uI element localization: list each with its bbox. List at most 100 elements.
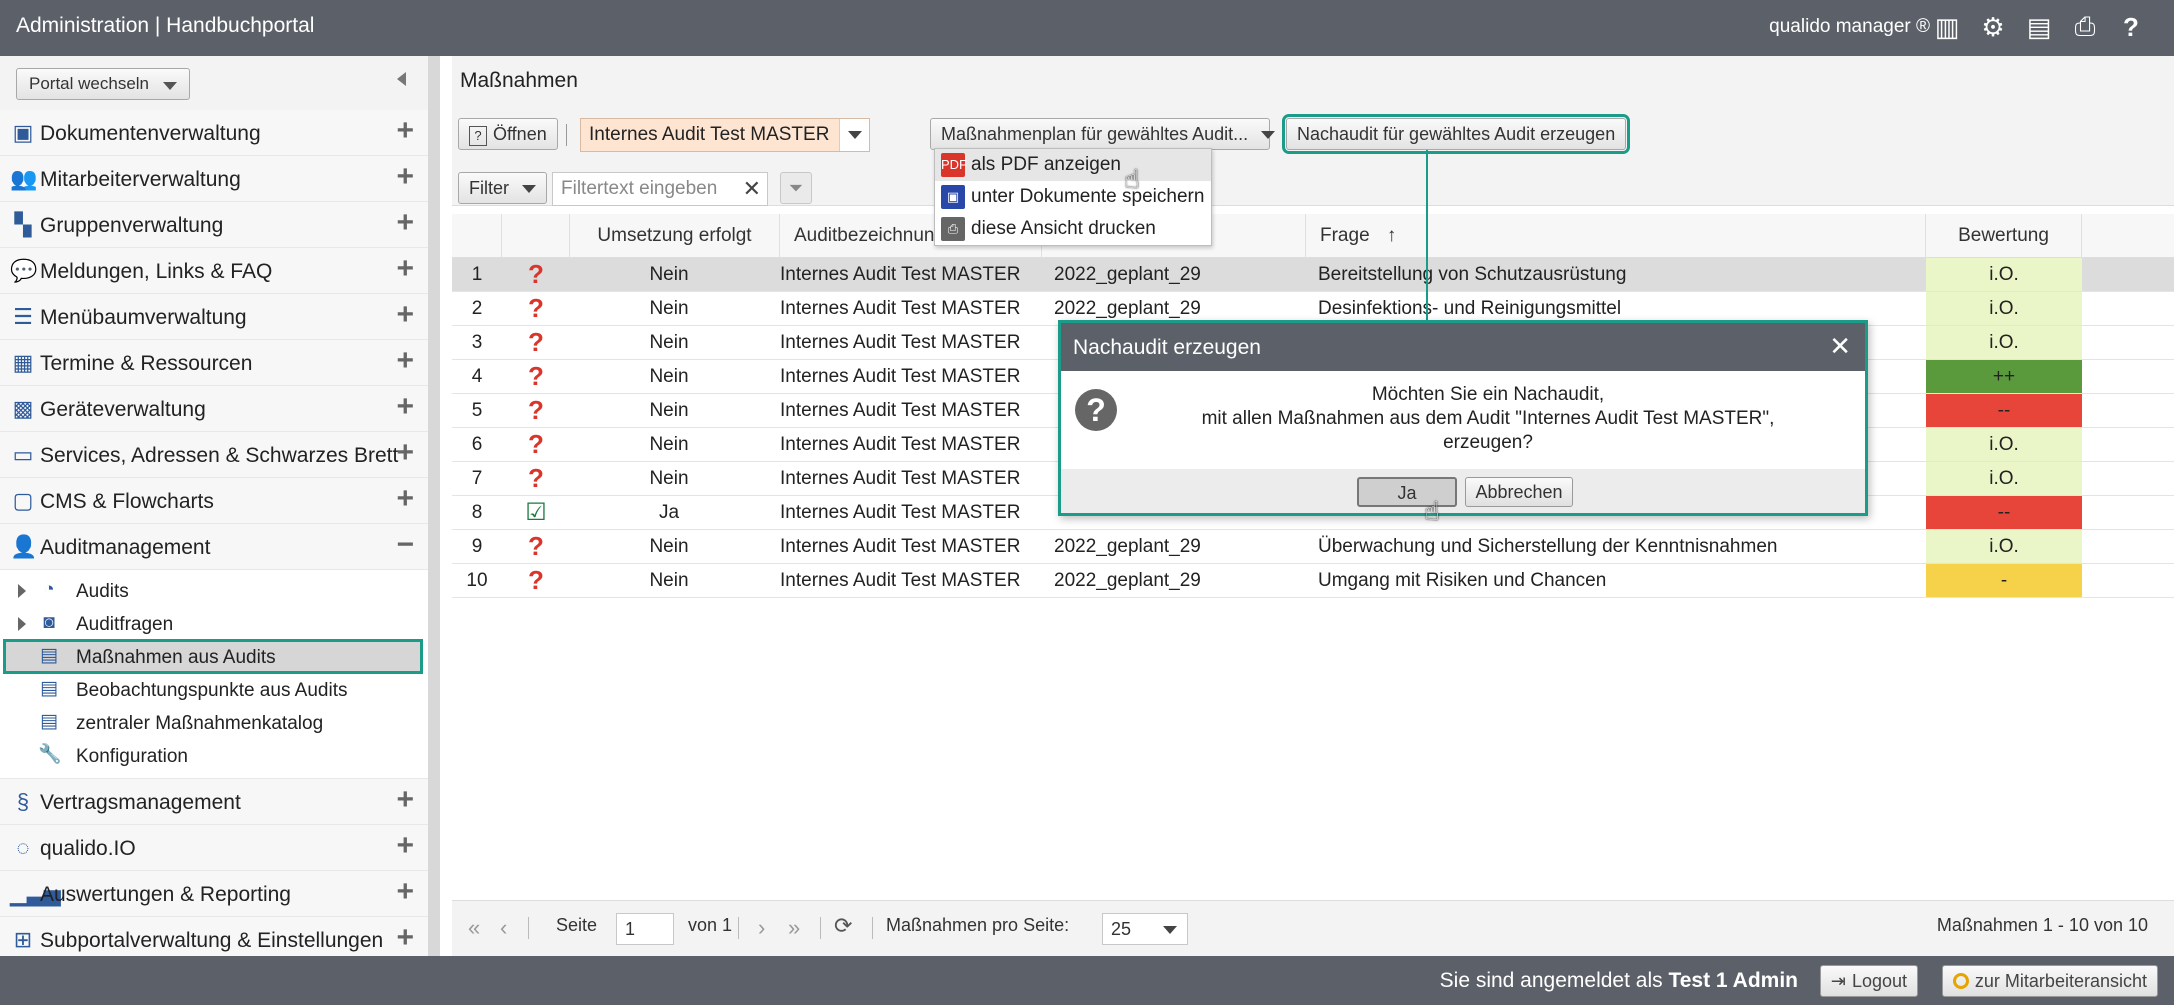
logout-icon: ⇥ — [1830, 971, 1846, 991]
page-input[interactable]: 1 — [616, 913, 674, 945]
expand-icon[interactable]: + — [396, 116, 414, 146]
close-icon[interactable]: ✕ — [1829, 331, 1851, 362]
collapse-sidebar-icon[interactable] — [397, 72, 406, 86]
dialog-header: Nachaudit erzeugen ✕ — [1061, 323, 1865, 371]
table-row[interactable]: 10? Nein Internes Audit Test MASTER 2022_ge… — [452, 564, 2174, 598]
open-button[interactable]: ? Öffnen — [458, 118, 558, 150]
dialog-body: ? Möchten Sie ein Nachaudit, mit allen M… — [1061, 371, 1865, 469]
sub-item-massnahmenkatalog[interactable]: ▤ zentraler Maßnahmenkatalog — [0, 706, 428, 739]
last-page-icon[interactable]: » — [788, 915, 800, 941]
nav-item-menuebaum[interactable]: ☰ Menübaumverwaltung + — [0, 294, 428, 340]
cell-umsetzung: Nein — [649, 264, 689, 285]
nachaudit-button[interactable]: Nachaudit für gewähltes Audit erzeugen — [1281, 114, 1631, 154]
sub-item-massnahmen[interactable]: ▤ Maßnahmen aus Audits — [3, 639, 423, 674]
next-page-icon[interactable]: › — [758, 915, 765, 941]
page-title: Maßnahmen — [452, 56, 2174, 106]
table-row[interactable]: 1? Nein Internes Audit Test MASTER 2022_gep… — [452, 258, 2174, 292]
printer-icon[interactable]: ⎙ — [2070, 11, 2100, 42]
cancel-button[interactable]: Abbrechen — [1465, 477, 1573, 507]
dialog-line-1: Möchten Sie ein Nachaudit, — [1371, 384, 1605, 405]
question-mark-icon: ? — [528, 327, 544, 357]
nav-item-vertragsmanagement[interactable]: § Vertragsmanagement + — [0, 779, 428, 825]
filter-button[interactable]: Filter — [458, 172, 548, 204]
prev-page-icon[interactable]: ‹ — [500, 915, 507, 941]
expand-icon[interactable]: + — [396, 831, 414, 861]
first-page-icon[interactable]: « — [468, 915, 480, 941]
audit-select[interactable]: Internes Audit Test MASTER — [580, 118, 870, 152]
dialog-footer: Ja Abbrechen — [1061, 469, 1865, 513]
question-mark-icon: ? — [528, 293, 544, 323]
menu-item-print[interactable]: ⎙ diese Ansicht drucken — [935, 213, 1211, 245]
sub-item-beobachtungspunkte[interactable]: ▤ Beobachtungspunkte aus Audits — [0, 673, 428, 706]
nav-item-label: Geräteverwaltung — [40, 398, 206, 421]
nav-item-label: Subportalverwaltung & Einstellungen — [40, 929, 384, 952]
pager-separator — [528, 917, 529, 939]
nav-item-geraete[interactable]: ▩ Geräteverwaltung + — [0, 386, 428, 432]
chevron-down-icon — [1261, 131, 1276, 140]
nav-item-services[interactable]: ▭ Services, Adressen & Schwarzes Brett + — [0, 432, 428, 478]
expand-icon[interactable]: + — [396, 346, 414, 376]
settings-icon[interactable]: ⚙ — [1978, 12, 2008, 42]
nav-item-cms[interactable]: ▢ CMS & Flowcharts + — [0, 478, 428, 524]
per-page-select[interactable]: 25 — [1102, 913, 1188, 945]
dialog-line-3: erzeugen? — [1443, 432, 1533, 453]
audit-submenu: ◔ Audits ◙ Auditfragen ▤ Maßnahmen aus A… — [0, 570, 428, 779]
expand-icon[interactable]: + — [396, 392, 414, 422]
sub-item-audits[interactable]: ◔ Audits — [0, 574, 428, 607]
table-row[interactable]: 9? Nein Internes Audit Test MASTER 2022_gep… — [452, 530, 2174, 564]
sub-item-konfiguration[interactable]: 🔧 Konfiguration — [0, 739, 428, 772]
row-number: 7 — [471, 468, 483, 489]
expand-icon[interactable]: + — [396, 785, 414, 815]
col-header-frage[interactable]: Frage ↑ — [1306, 214, 1926, 258]
sub-item-label: zentraler Maßnahmenkatalog — [76, 713, 324, 734]
nav-item-meldungen[interactable]: 💬 Meldungen, Links & FAQ + — [0, 248, 428, 294]
expand-icon[interactable]: + — [396, 208, 414, 238]
expand-icon[interactable]: + — [396, 254, 414, 284]
col-header-bewertung[interactable]: Bewertung — [1926, 214, 2082, 258]
logout-button[interactable]: ⇥ Logout — [1819, 965, 1918, 997]
print-list-icon[interactable]: ▤ — [2024, 12, 2054, 42]
col-header-umsetzung[interactable]: Umsetzung erfolgt — [570, 214, 780, 258]
clear-filter-icon[interactable]: ✕ — [743, 173, 761, 205]
nav-item-dokumentenverwaltung[interactable]: ▣ Dokumentenverwaltung + — [0, 110, 428, 156]
row-number: 9 — [471, 536, 483, 557]
barcode-icon[interactable]: ▥ — [1932, 12, 1962, 42]
question-icon: ? — [1075, 389, 1117, 431]
expand-icon[interactable]: + — [396, 877, 414, 907]
portal-switch-button[interactable]: Portal wechseln — [16, 68, 190, 100]
expand-icon[interactable]: + — [396, 300, 414, 330]
expand-triangle-icon[interactable] — [18, 584, 26, 598]
cell-frage: Bereitstellung von Schutzausrüstung — [1318, 264, 1627, 285]
collapse-icon[interactable]: − — [396, 530, 414, 560]
nav-item-gruppenverwaltung[interactable]: ▚ Gruppenverwaltung + — [0, 202, 428, 248]
nav-item-auswertungen[interactable]: ▁▃▅ Auswertungen & Reporting + — [0, 871, 428, 917]
expand-icon[interactable]: + — [396, 162, 414, 192]
expand-icon[interactable]: + — [396, 484, 414, 514]
expand-icon[interactable]: + — [396, 438, 414, 468]
sub-item-label: Auditfragen — [76, 614, 174, 635]
audit-select-dropdown[interactable] — [839, 119, 869, 151]
footer-bar: Sie sind angemeldet als Test 1 Admin ⇥ Lo… — [0, 956, 2174, 1005]
cell-bewertung: i.O. — [1926, 292, 2082, 325]
nav-item-qualido-io[interactable]: ◌ qualido.IO + — [0, 825, 428, 871]
filter-input[interactable]: Filtertext eingeben ✕ — [552, 172, 768, 206]
menu-item-save[interactable]: ▣ unter Dokumente speichern — [935, 181, 1211, 213]
expand-triangle-icon[interactable] — [18, 617, 26, 631]
nav-item-termine[interactable]: ▦ Termine & Ressourcen + — [0, 340, 428, 386]
massnahmenplan-button[interactable]: Maßnahmenplan für gewähltes Audit... — [930, 118, 1276, 150]
menu-item-pdf[interactable]: PDF als PDF anzeigen — [935, 149, 1211, 181]
yes-button[interactable]: Ja — [1357, 477, 1457, 507]
nav-item-mitarbeiterverwaltung[interactable]: 👥 Mitarbeiterverwaltung + — [0, 156, 428, 202]
expand-icon[interactable]: + — [396, 923, 414, 953]
pdf-icon: PDF — [941, 153, 967, 177]
funnel-icon[interactable]: ⏷ — [780, 172, 812, 204]
sub-item-auditfragen[interactable]: ◙ Auditfragen — [0, 607, 428, 640]
employee-view-button[interactable]: zur Mitarbeiteransicht — [1941, 965, 2158, 997]
board-icon: ▭ — [12, 442, 34, 467]
nav-item-auditmanagement[interactable]: 👤 Auditmanagement − — [0, 524, 428, 570]
help-icon[interactable]: ? — [2116, 12, 2146, 42]
employee-view-icon — [1952, 973, 1969, 989]
row-number: 6 — [471, 434, 483, 455]
refresh-icon[interactable]: ⟳ — [834, 913, 852, 939]
cell-audit: Internes Audit Test MASTER — [780, 366, 1021, 387]
